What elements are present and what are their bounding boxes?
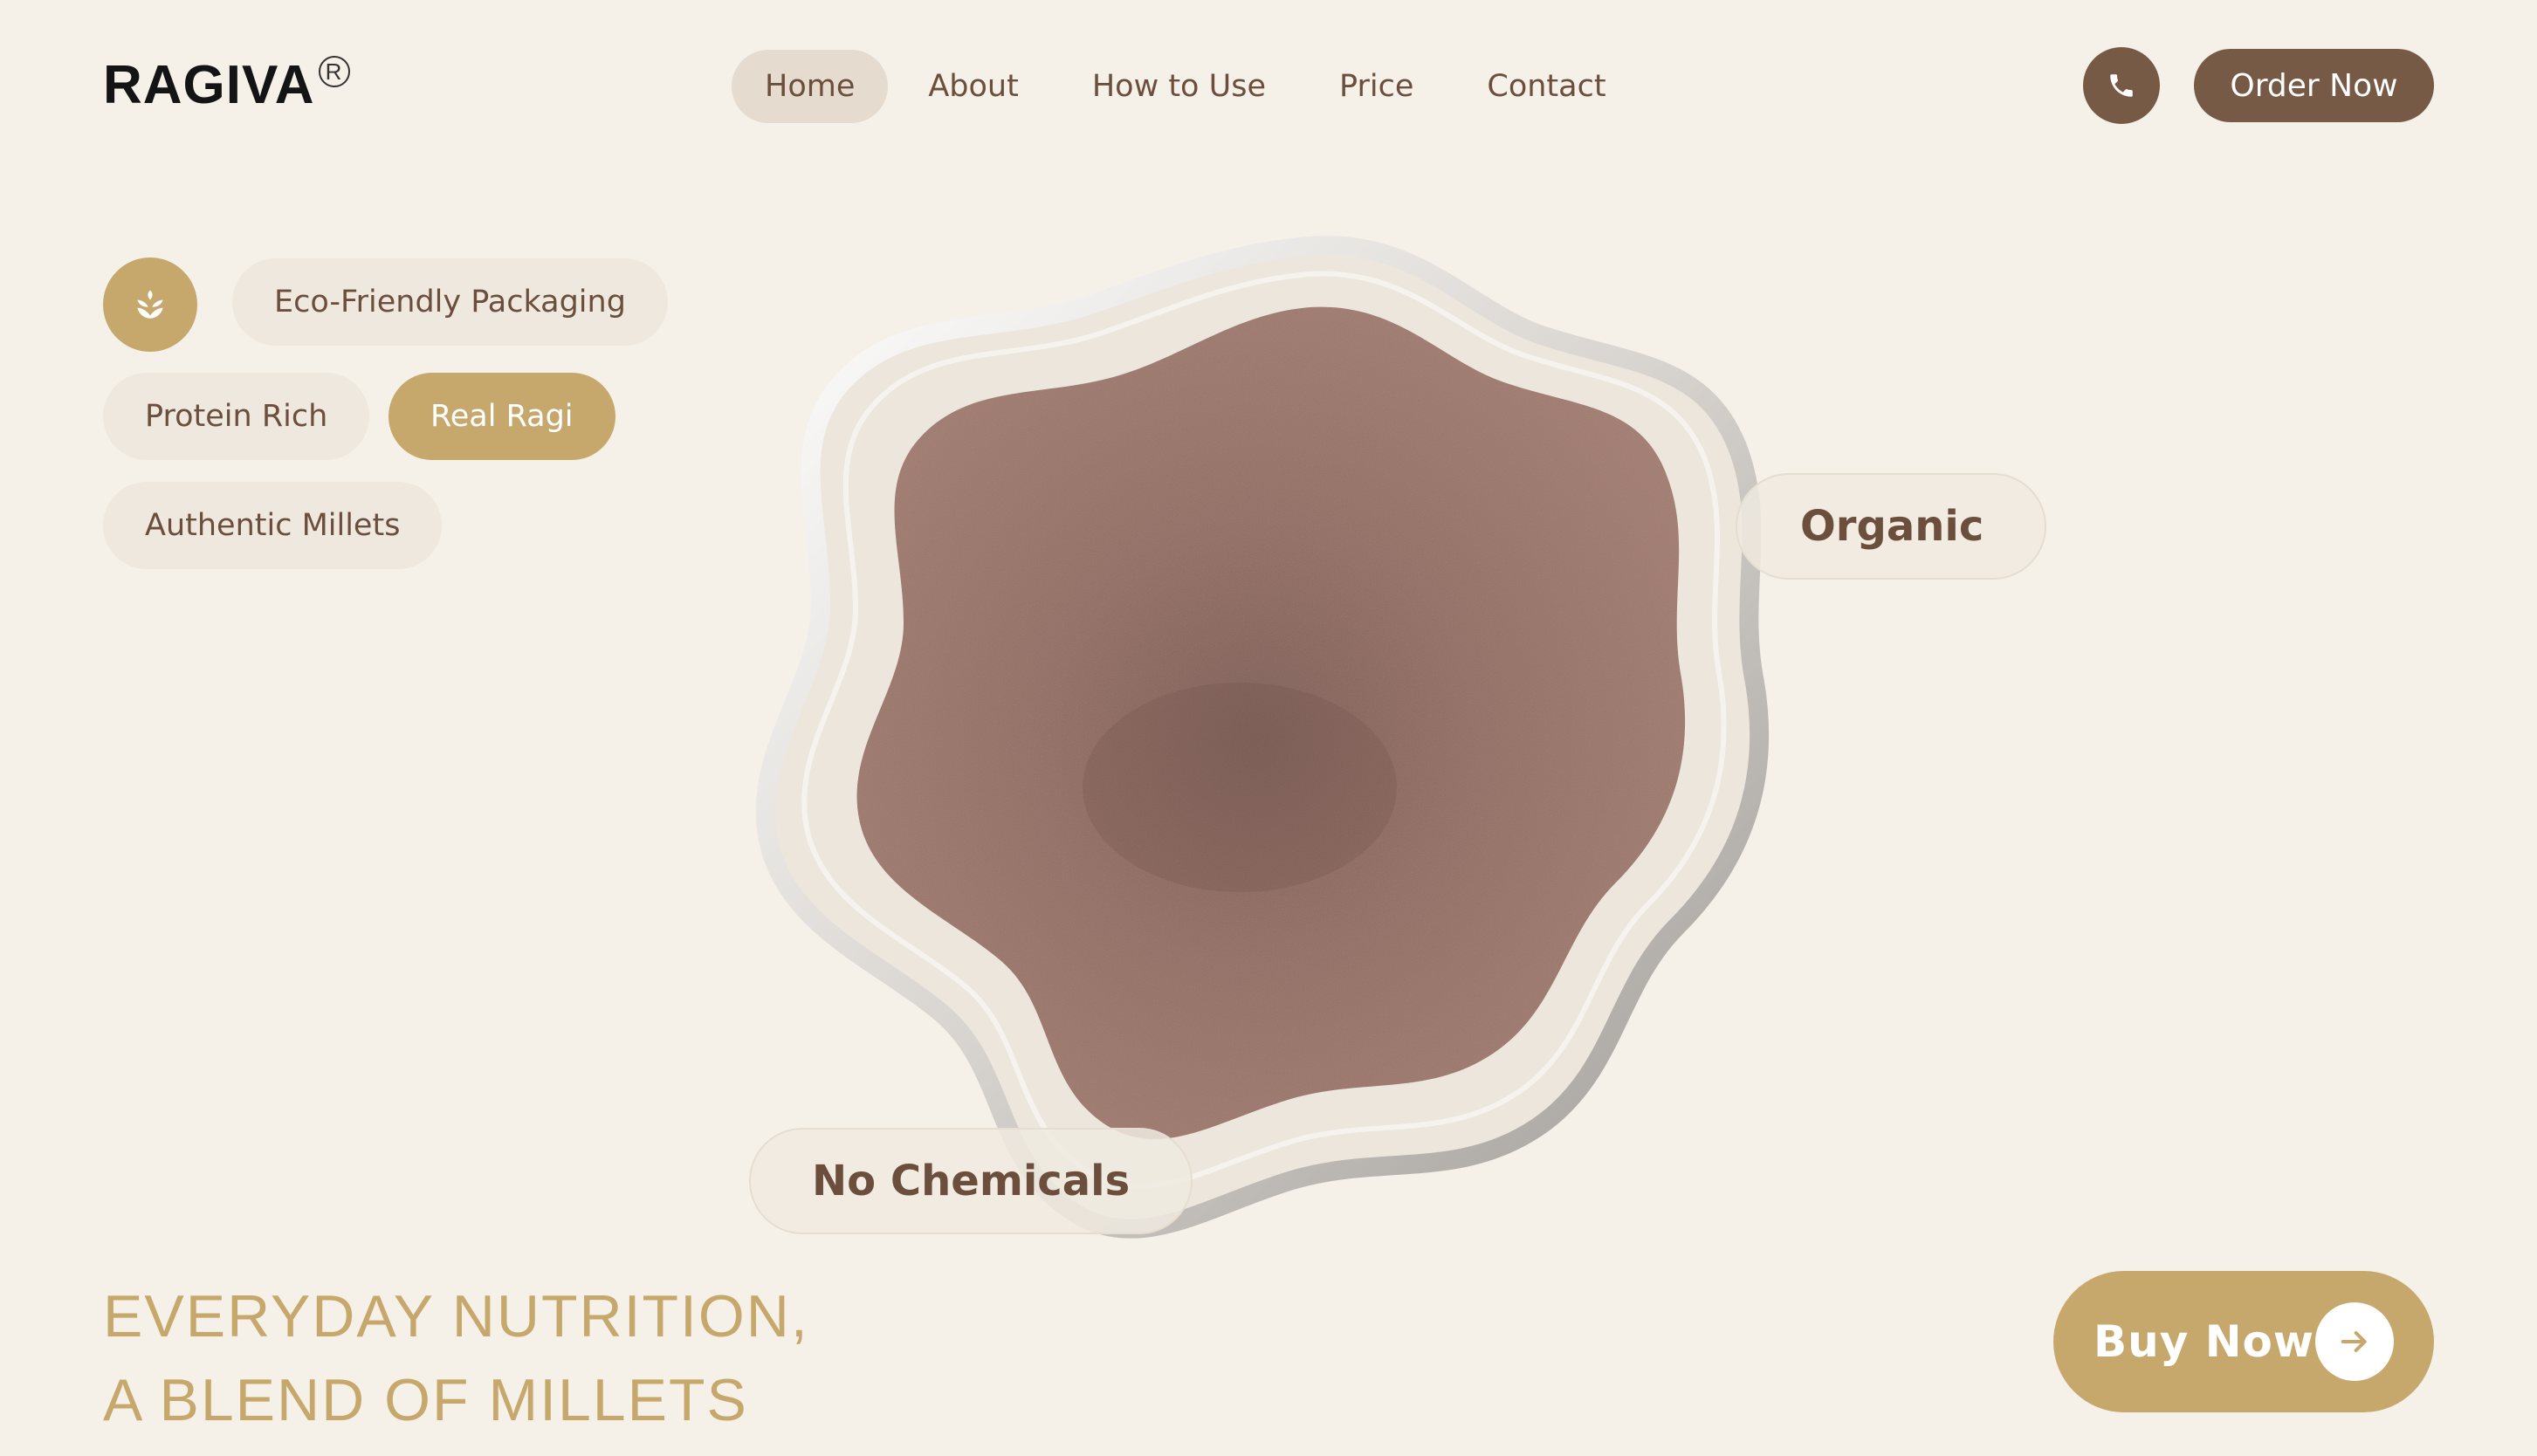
phone-icon — [2110, 74, 2133, 97]
headline-line-1: EVERYDAY NUTRITION, — [103, 1283, 809, 1350]
arrow-right-icon — [2315, 1302, 2394, 1381]
nav-item-about[interactable]: About — [895, 50, 1051, 123]
buy-now-label: Buy Now — [2094, 1316, 2315, 1367]
order-now-button[interactable]: Order Now — [2194, 49, 2434, 122]
nav-item-contact[interactable]: Contact — [1454, 50, 1639, 123]
nav-item-home[interactable]: Home — [732, 50, 889, 123]
main-nav: Home About How to Use Price Contact — [732, 50, 1640, 123]
tag-organic: Organic — [1736, 473, 2047, 580]
headline-line-2: A BLEND OF MILLETS — [103, 1367, 748, 1433]
product-bowl-image — [751, 229, 1860, 1285]
tag-no-chemicals: No Chemicals — [749, 1128, 1193, 1234]
brand-name: RAGIVA — [103, 55, 315, 115]
phone-button[interactable] — [2083, 47, 2160, 124]
chip-authentic-millets[interactable]: Authentic Millets — [103, 482, 443, 569]
nav-item-how-to-use[interactable]: How to Use — [1059, 50, 1299, 123]
chip-eco-friendly-packaging[interactable]: Eco-Friendly Packaging — [232, 258, 668, 346]
chip-real-ragi[interactable]: Real Ragi — [388, 373, 615, 460]
registered-mark: R — [318, 56, 350, 87]
leaf-badge — [103, 258, 197, 352]
leaf-icon — [137, 290, 163, 319]
nav-item-price[interactable]: Price — [1306, 50, 1447, 123]
buy-now-button[interactable]: Buy Now — [2053, 1271, 2434, 1412]
ragi-bowl-illustration — [755, 236, 1770, 1239]
brand-logo[interactable]: RAGIVA R — [103, 54, 350, 116]
chip-protein-rich[interactable]: Protein Rich — [103, 373, 370, 460]
hero-headline: EVERYDAY NUTRITION, A BLEND OF MILLETS — [103, 1274, 809, 1442]
